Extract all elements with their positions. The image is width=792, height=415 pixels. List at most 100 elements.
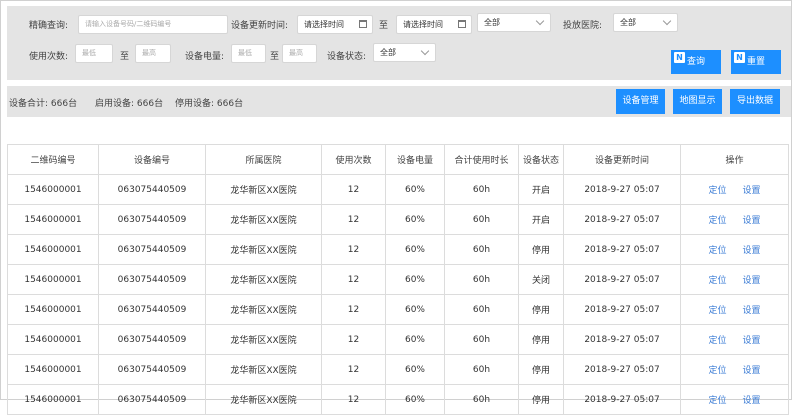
cell-qr: 1546000001 — [7, 174, 99, 205]
cell-uses: 12 — [321, 234, 386, 265]
update-time-label: 设备更新时间: — [231, 21, 289, 31]
calendar-icon — [359, 20, 367, 28]
locate-link[interactable]: 定位 — [708, 246, 726, 256]
cell-status: 停用 — [518, 354, 564, 385]
table-row: 1546000001 063075440509 龙华新区XX医院 12 60% … — [7, 204, 789, 235]
cell-device: 063075440509 — [98, 324, 206, 355]
cell-device: 063075440509 — [98, 294, 206, 325]
device-status-label: 设备状态: — [327, 52, 367, 62]
cell-battery: 60% — [385, 324, 445, 355]
cell-actions: 定位 设置 — [680, 324, 789, 355]
usage-min-input[interactable]: 最低 — [75, 44, 113, 63]
locate-link[interactable]: 定位 — [708, 336, 726, 346]
col-header-uses: 使用次数 — [321, 144, 386, 175]
cell-status: 开启 — [518, 174, 564, 205]
device-status-select[interactable]: 全部 — [373, 43, 436, 62]
export-data-button[interactable]: 导出数据 — [730, 89, 780, 114]
locate-link[interactable]: 定位 — [708, 216, 726, 226]
cell-qr: 1546000001 — [7, 354, 99, 385]
cell-duration: 60h — [444, 354, 519, 385]
summary-bar: 设备合计: 666台 启用设备: 666台 停用设备: 666台 设备管理 地图… — [7, 86, 791, 117]
locate-link[interactable]: 定位 — [708, 366, 726, 376]
cell-updated: 2018-9-27 05:07 — [563, 204, 681, 235]
date-end-value: 请选择时间 — [403, 20, 443, 29]
to-label: 至 — [270, 52, 280, 62]
status-select-value: 全部 — [484, 18, 500, 27]
cell-actions: 定位 设置 — [680, 354, 789, 385]
cell-hospital: 龙华新区XX医院 — [205, 354, 322, 385]
cell-duration: 60h — [444, 174, 519, 205]
table-row: 1546000001 063075440509 龙华新区XX医院 12 60% … — [7, 174, 789, 205]
cell-battery: 60% — [385, 294, 445, 325]
query-button-label: 查询 — [686, 57, 705, 67]
cell-updated: 2018-9-27 05:07 — [563, 324, 681, 355]
settings-link[interactable]: 设置 — [743, 186, 761, 196]
battery-label: 设备电量: — [185, 52, 225, 62]
table-row: 1546000001 063075440509 龙华新区XX医院 12 60% … — [7, 264, 789, 295]
settings-link[interactable]: 设置 — [743, 306, 761, 316]
battery-max-input[interactable]: 最高 — [282, 44, 317, 63]
table-header-row: 二维码编号 设备编号 所属医院 使用次数 设备电量 合计使用时长 设备状态 设备… — [7, 144, 789, 175]
settings-link[interactable]: 设置 — [743, 216, 761, 226]
to-label: 至 — [379, 21, 389, 31]
settings-link[interactable]: 设置 — [743, 396, 761, 406]
cell-hospital: 龙华新区XX医院 — [205, 204, 322, 235]
cell-battery: 60% — [385, 354, 445, 385]
locate-link[interactable]: 定位 — [708, 186, 726, 196]
settings-link[interactable]: 设置 — [743, 336, 761, 346]
cell-duration: 60h — [444, 324, 519, 355]
settings-link[interactable]: 设置 — [743, 276, 761, 286]
cell-battery: 60% — [385, 234, 445, 265]
date-start-value: 请选择时间 — [304, 20, 344, 29]
chevron-down-icon — [535, 16, 545, 26]
settings-link[interactable]: 设置 — [743, 366, 761, 376]
search-input[interactable]: 请输入设备号码/二维码编号 — [78, 15, 228, 34]
cell-status: 停用 — [518, 234, 564, 265]
cell-status: 停用 — [518, 294, 564, 325]
device-manage-button[interactable]: 设备管理 — [616, 89, 665, 114]
device-status-select-value: 全部 — [380, 48, 396, 57]
settings-link[interactable]: 设置 — [743, 246, 761, 256]
cell-uses: 12 — [321, 204, 386, 235]
cell-updated: 2018-9-27 05:07 — [563, 174, 681, 205]
calendar-icon — [458, 20, 466, 28]
cell-uses: 12 — [321, 264, 386, 295]
battery-min-input[interactable]: 最低 — [231, 44, 266, 63]
n-badge-icon: N — [674, 52, 685, 63]
cell-uses: 12 — [321, 324, 386, 355]
cell-battery: 60% — [385, 204, 445, 235]
enabled-devices: 启用设备: 666台 — [95, 99, 164, 109]
cell-updated: 2018-9-27 05:07 — [563, 354, 681, 385]
to-label: 至 — [120, 52, 130, 62]
table-row: 1546000001 063075440509 龙华新区XX医院 12 60% … — [7, 294, 789, 325]
cell-qr: 1546000001 — [7, 264, 99, 295]
cell-qr: 1546000001 — [7, 234, 99, 265]
cell-actions: 定位 设置 — [680, 204, 789, 235]
cell-device: 063075440509 — [98, 354, 206, 385]
cell-status: 开启 — [518, 204, 564, 235]
date-start-picker[interactable]: 请选择时间 — [297, 15, 373, 34]
cell-duration: 60h — [444, 204, 519, 235]
cell-qr: 1546000001 — [7, 204, 99, 235]
status-select[interactable]: 全部 — [477, 13, 551, 32]
cell-actions: 定位 设置 — [680, 234, 789, 265]
usage-max-input[interactable]: 最高 — [135, 44, 171, 63]
hospital-select[interactable]: 全部 — [613, 13, 678, 32]
locate-link[interactable]: 定位 — [708, 276, 726, 286]
reset-button[interactable]: N 重置 — [731, 50, 781, 74]
map-view-button[interactable]: 地图显示 — [673, 89, 722, 114]
col-header-battery: 设备电量 — [385, 144, 445, 175]
col-header-actions: 操作 — [680, 144, 789, 175]
cell-battery: 60% — [385, 264, 445, 295]
total-devices: 设备合计: 666台 — [9, 99, 78, 109]
date-end-picker[interactable]: 请选择时间 — [396, 15, 472, 34]
cell-actions: 定位 设置 — [680, 264, 789, 295]
locate-link[interactable]: 定位 — [708, 396, 726, 406]
cell-actions: 定位 设置 — [680, 294, 789, 325]
col-header-qr: 二维码编号 — [7, 144, 99, 175]
table-row: 1546000001 063075440509 龙华新区XX医院 12 60% … — [7, 234, 789, 265]
locate-link[interactable]: 定位 — [708, 306, 726, 316]
query-button[interactable]: N 查询 — [671, 50, 721, 74]
cell-uses: 12 — [321, 174, 386, 205]
cell-hospital: 龙华新区XX医院 — [205, 234, 322, 265]
